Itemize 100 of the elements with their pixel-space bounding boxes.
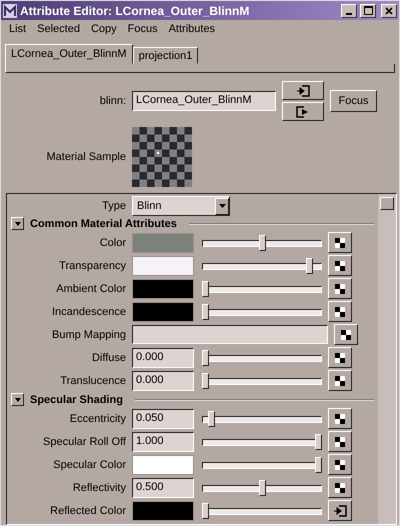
slider-track[interactable] (202, 258, 322, 274)
checker-icon (335, 460, 345, 470)
value-field[interactable]: 0.500 (132, 478, 194, 498)
slider-track[interactable] (202, 304, 322, 320)
slider-track[interactable] (202, 456, 322, 472)
color-swatch[interactable] (132, 278, 194, 298)
scrollbar[interactable] (378, 194, 396, 524)
value-field[interactable]: 0.000 (132, 348, 194, 368)
map-button[interactable] (328, 454, 352, 475)
map-button[interactable] (328, 431, 352, 452)
section-title: Common Material Attributes (30, 218, 177, 230)
window-title: Attribute Editor: LCornea_Outer_BlinnM (20, 4, 250, 18)
menu-item[interactable]: Copy (90, 23, 117, 35)
attribute-label: Diffuse (90, 352, 127, 364)
value-field[interactable]: 0.050 (132, 408, 194, 428)
minimize-button[interactable] (341, 4, 357, 18)
attribute-label: Reflected Color (49, 504, 127, 516)
checker-icon (335, 482, 345, 492)
input-arrow-icon (333, 504, 347, 516)
slider-thumb[interactable] (258, 480, 266, 496)
attribute-label: Ambient Color (55, 282, 127, 294)
slider-track[interactable] (202, 434, 322, 450)
node-label: blinn: (98, 95, 127, 107)
maximize-icon (364, 6, 372, 15)
input-connection-button[interactable] (282, 81, 324, 100)
type-dropdown[interactable]: Blinn (132, 196, 230, 216)
map-button[interactable] (328, 301, 352, 322)
sample-label: Material Sample (46, 151, 127, 163)
map-button[interactable] (328, 408, 352, 429)
checker-icon (335, 376, 345, 386)
slider-track[interactable] (202, 234, 322, 250)
slider-track[interactable] (202, 372, 322, 388)
map-button[interactable] (328, 255, 352, 276)
node-name-field[interactable]: LCornea_Outer_BlinnM (132, 91, 276, 111)
slider-track[interactable] (202, 350, 322, 366)
menu-item[interactable]: Focus (128, 23, 158, 35)
tab[interactable]: LCornea_Outer_BlinnM (5, 44, 133, 64)
input-arrow-icon (296, 84, 310, 96)
maximize-button[interactable] (360, 4, 376, 18)
section-title: Specular Shading (30, 394, 123, 406)
attribute-label: Reflectivity (72, 482, 127, 494)
attribute-label: Translucence (59, 374, 127, 386)
slider-track[interactable] (202, 502, 322, 518)
color-swatch[interactable] (132, 454, 194, 474)
app-icon (3, 4, 17, 18)
slider-thumb[interactable] (202, 304, 209, 320)
checker-icon (335, 414, 345, 424)
slider-track[interactable] (202, 280, 322, 296)
slider-thumb[interactable] (202, 502, 209, 518)
checker-icon (335, 436, 345, 446)
menu-item[interactable]: List (9, 23, 26, 35)
dropdown-arrow-icon (218, 204, 226, 208)
section-toggle-button[interactable] (11, 393, 24, 406)
color-swatch[interactable] (132, 302, 194, 322)
section-toggle-button[interactable] (11, 217, 24, 230)
map-field[interactable] (132, 325, 328, 344)
checker-icon (335, 238, 345, 248)
attribute-label: Color (98, 236, 127, 248)
map-button[interactable] (328, 278, 352, 299)
map-button[interactable] (328, 500, 352, 521)
map-button[interactable] (328, 477, 352, 498)
slider-thumb[interactable] (306, 258, 313, 274)
attribute-label: Bump Mapping (51, 328, 127, 340)
checker-icon (335, 352, 345, 362)
output-arrow-icon (296, 106, 310, 118)
menu-item[interactable]: Selected (37, 23, 80, 35)
map-button[interactable] (328, 232, 352, 253)
map-button[interactable] (328, 347, 352, 368)
color-swatch[interactable] (132, 256, 194, 276)
slider-thumb[interactable] (315, 434, 322, 450)
slider-track[interactable] (202, 410, 322, 426)
map-button[interactable] (334, 324, 358, 345)
color-swatch[interactable] (132, 232, 194, 252)
value-field[interactable]: 0.000 (132, 370, 194, 390)
checker-icon (335, 306, 345, 316)
type-label: Type (101, 200, 127, 212)
minimize-icon (346, 12, 352, 14)
attribute-label: Specular Roll Off (42, 436, 127, 448)
slider-thumb[interactable] (258, 234, 266, 250)
attribute-label: Transparency (58, 260, 127, 272)
slider-thumb[interactable] (202, 280, 209, 296)
checker-icon (341, 330, 351, 340)
attribute-label: Eccentricity (68, 412, 127, 424)
down-arrow-icon (14, 220, 20, 226)
color-swatch[interactable] (132, 500, 194, 520)
slider-thumb[interactable] (202, 372, 209, 388)
menu-item[interactable]: Attributes (168, 23, 216, 35)
down-arrow-icon (14, 396, 20, 402)
checker-icon (335, 284, 345, 294)
slider-track[interactable] (202, 480, 322, 496)
value-field[interactable]: 1.000 (132, 432, 194, 452)
tab[interactable]: projection1 (132, 47, 198, 64)
slider-thumb[interactable] (315, 456, 322, 472)
map-button[interactable] (328, 370, 352, 391)
slider-thumb[interactable] (208, 410, 215, 426)
material-sample-drawing (132, 127, 192, 187)
focus-button[interactable]: Focus (330, 90, 377, 112)
slider-thumb[interactable] (202, 350, 209, 366)
output-connection-button[interactable] (282, 102, 324, 121)
close-button[interactable] (381, 4, 397, 18)
